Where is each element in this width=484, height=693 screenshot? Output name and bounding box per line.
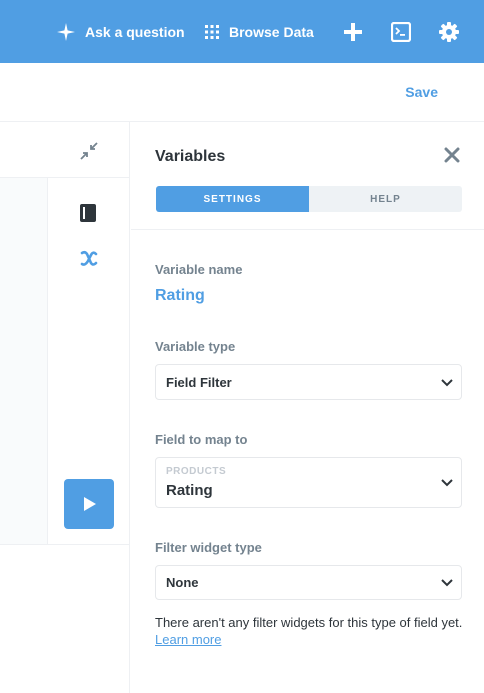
filter-widget-label: Filter widget type [155, 540, 262, 555]
filter-widget-note-text: There aren't any filter widgets for this… [155, 615, 463, 630]
save-button[interactable]: Save [405, 84, 438, 100]
collapse-icon[interactable] [80, 142, 98, 160]
sql-text-area[interactable] [0, 178, 48, 545]
settings-button[interactable] [436, 19, 462, 45]
filter-widget-note: There aren't any filter widgets for this… [155, 614, 465, 648]
learn-more-link[interactable]: Learn more [155, 632, 221, 647]
variable-type-label: Variable type [155, 339, 236, 354]
native-query-editor [0, 122, 130, 693]
terminal-icon [391, 22, 411, 42]
native-query-button[interactable] [388, 19, 414, 45]
variable-name-value[interactable]: Rating [155, 287, 205, 305]
editor-header [0, 122, 130, 178]
browse-data-label: Browse Data [229, 23, 314, 40]
variable-x-icon[interactable] [79, 248, 99, 268]
variable-type-select[interactable]: Field Filter [155, 364, 462, 400]
browse-data-button[interactable]: Browse Data [205, 0, 314, 63]
tab-help[interactable]: HELP [309, 186, 462, 212]
sidebar-divider [131, 229, 484, 230]
sparkle-icon [57, 22, 75, 41]
sidebar-title: Variables [155, 148, 226, 165]
variables-sidebar: Variables SETTINGS HELP Variable name Ra… [131, 122, 484, 693]
sidebar-tabs: SETTINGS HELP [156, 186, 462, 212]
field-map-value: Rating [166, 482, 213, 499]
book-icon[interactable] [79, 203, 97, 223]
field-map-label: Field to map to [155, 432, 248, 447]
ask-question-label: Ask a question [85, 23, 185, 40]
plus-icon [344, 23, 362, 41]
close-icon[interactable] [444, 147, 460, 163]
run-query-button[interactable] [64, 479, 114, 529]
field-map-table: PRODUCTS [166, 466, 227, 477]
gear-icon [439, 22, 459, 42]
filter-widget-select[interactable]: None [155, 565, 462, 600]
ask-question-button[interactable]: Ask a question [57, 0, 185, 63]
new-button[interactable] [340, 19, 366, 45]
query-header: Save [0, 63, 484, 122]
chevron-down-icon [441, 479, 453, 487]
editor-toolbar [48, 178, 130, 545]
variable-name-label: Variable name [155, 262, 243, 277]
chevron-down-icon [441, 379, 453, 387]
chevron-down-icon [441, 579, 453, 587]
field-map-select[interactable]: PRODUCTS Rating [155, 457, 462, 508]
grid-icon [205, 24, 219, 39]
filter-widget-value: None [166, 575, 199, 590]
top-nav-bar: Ask a question Browse Data [0, 0, 484, 63]
tab-settings[interactable]: SETTINGS [156, 186, 309, 212]
play-icon [84, 497, 96, 511]
variable-type-value: Field Filter [166, 375, 232, 390]
